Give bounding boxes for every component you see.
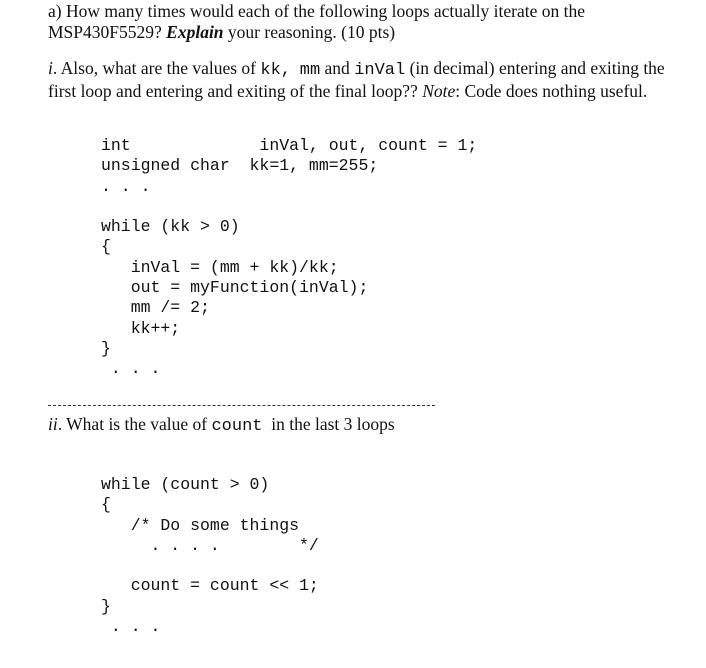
question-i-text: . Also, what are the values of — [52, 58, 261, 78]
question-ii-label: ii — [48, 414, 58, 434]
question-ii: ii. What is the value of count in the la… — [48, 414, 688, 437]
code-line: } — [101, 596, 111, 616]
question-i: i. Also, what are the values of kk, mm a… — [48, 58, 688, 102]
code-line: . . . . */ — [101, 535, 319, 555]
code-block-1: int inVal, out, count = 1; unsigned char … — [101, 136, 477, 380]
code-line: int inVal, out, count = 1; — [101, 136, 478, 155]
question-a-line1: a) How many times would each of the foll… — [48, 1, 586, 21]
code-line: . . . — [101, 359, 161, 379]
question-i-and: and — [320, 58, 355, 78]
question-ii-text2: in the last 3 loops — [262, 414, 395, 434]
code-line: /* Do some things — [101, 515, 300, 535]
question-ii-text: . What is the value of — [57, 414, 212, 434]
question-a-line2: MSP430F5529? Explain your reasoning. (10… — [48, 22, 688, 43]
var-kk: kk, — [260, 61, 291, 80]
code-line: . . . — [101, 617, 161, 637]
code-line: while (kk > 0) — [101, 217, 240, 237]
code-line: { — [101, 237, 111, 257]
code-line: } — [101, 338, 111, 358]
explain-emphasis: Explain — [166, 22, 224, 42]
code-line: unsigned char kk=1, mm=255; — [101, 156, 379, 176]
note-label: Note — [422, 81, 456, 101]
code-line: . . . — [101, 176, 151, 196]
var-inval: inVal — [354, 61, 406, 80]
dashed-divider — [48, 405, 435, 406]
code-line: mm /= 2; — [101, 298, 210, 318]
question-a-line2-prefix: MSP430F5529? — [48, 22, 167, 42]
code-line: count = count << 1; — [101, 576, 319, 596]
question-a-line2-suffix: your reasoning. (10 pts) — [223, 22, 396, 42]
var-count: count — [211, 417, 263, 436]
question-a: a) How many times would each of the foll… — [48, 1, 688, 43]
code-line: inVal = (mm + kk)/kk; — [101, 257, 339, 277]
code-line: while (count > 0) — [101, 475, 270, 494]
code-block-2: while (count > 0){ /* Do some things . .… — [101, 475, 319, 637]
code-line: kk++; — [101, 318, 181, 338]
code-line: out = myFunction(inVal); — [101, 278, 369, 298]
note-text: : Code does nothing useful. — [455, 81, 648, 101]
var-mm: mm — [299, 61, 321, 80]
code-line: { — [101, 495, 111, 515]
